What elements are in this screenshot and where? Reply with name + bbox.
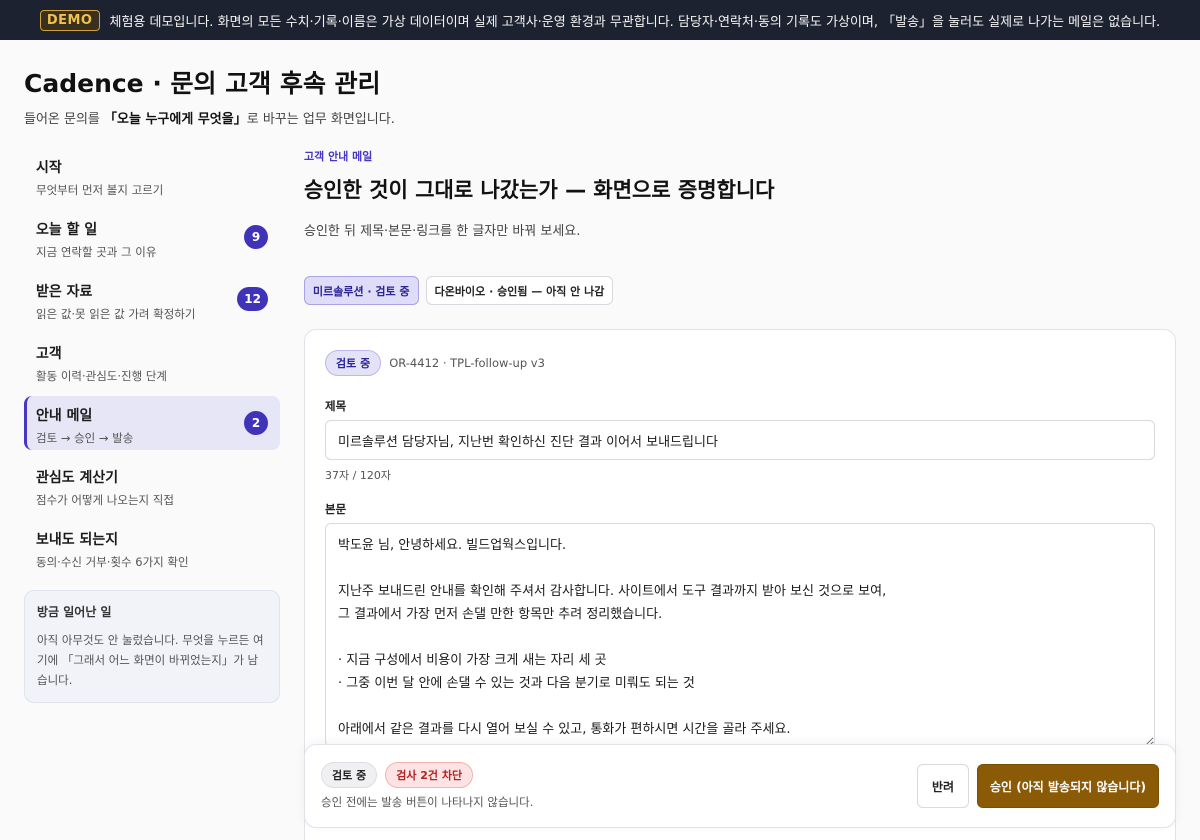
sidebar-item-received[interactable]: 받은 자료 읽은 값·못 읽은 값 가려 확정하기 12	[24, 272, 280, 326]
sidebar-item-start[interactable]: 시작 무엇부터 먼저 볼지 고르기	[24, 148, 280, 202]
app-subtitle-pre: 들어온 문의를	[24, 112, 105, 127]
sidebar-item-desc: 동의·수신 거부·횟수 6가지 확인	[36, 555, 189, 569]
subject-label: 제목	[325, 399, 347, 413]
main-header: 고객 안내 메일 승인한 것이 그대로 나갔는가 — 화면으로 증명합니다 승인…	[304, 148, 1176, 239]
sidebar-item-title: 보내도 되는지	[36, 532, 119, 548]
sidebar-item-title: 시작	[36, 160, 62, 176]
demo-notice-text: 체험용 데모입니다. 화면의 모든 수치·기록·이름은 가상 데이터이며 실제 …	[109, 14, 1161, 30]
sidebar-item-desc: 검토 → 승인 → 발송	[36, 431, 134, 445]
app-subtitle-bold: 「오늘 누구에게 무엇을」	[104, 112, 247, 127]
sidebar-item-title: 고객	[36, 346, 62, 362]
sidebar-item-title: 받은 자료	[36, 284, 93, 300]
demo-notice-bar: DEMO 체험용 데모입니다. 화면의 모든 수치·기록·이름은 가상 데이터이…	[0, 0, 1200, 40]
body-textarea[interactable]: 박도윤 님, 안녕하세요. 빌드업웍스입니다. 지난주 보내드린 안내를 확인해…	[325, 523, 1155, 747]
tab-mirsolution[interactable]: 미르솔루션 · 검토 중	[304, 276, 419, 305]
app-subtitle: 들어온 문의를 「오늘 누구에게 무엇을」로 바꾸는 업무 화면입니다.	[24, 108, 395, 127]
recent-activity-panel: 방금 일어난 일 아직 아무것도 안 눌렀습니다. 무엇을 누르든 여기에 「그…	[24, 590, 280, 703]
sidebar-item-mail[interactable]: 안내 메일 검토 → 승인 → 발송 2	[24, 396, 280, 450]
draft-status-row: 검토 중 OR-4412 · TPL-follow-up v3	[325, 350, 545, 376]
sidebar-item-title: 안내 메일	[36, 408, 93, 424]
sidebar-item-desc: 읽은 값·못 읽은 값 가려 확정하기	[36, 307, 196, 321]
reject-button[interactable]: 반려	[917, 764, 969, 808]
page-title: 승인한 것이 그대로 나갔는가 — 화면으로 증명합니다	[304, 178, 775, 202]
sidebar-item-desc: 무엇부터 먼저 볼지 고르기	[36, 183, 164, 197]
draft-tabs: 미르솔루션 · 검토 중 다온바이오 · 승인됨 — 아직 안 나감	[304, 276, 614, 305]
status-badge: 검토 중	[325, 350, 382, 376]
count-badge: 2	[244, 411, 268, 435]
sidebar-item-interest-calculator[interactable]: 관심도 계산기 점수가 어떻게 나오는지 직접	[24, 458, 280, 512]
demo-badge: DEMO	[39, 9, 100, 31]
page-subtitle: 승인한 뒤 제목·본문·링크를 한 글자만 바꿔 보세요.	[304, 224, 581, 239]
subject-char-count: 37자 / 120자	[325, 469, 391, 482]
count-badge: 12	[237, 287, 268, 311]
sidebar-item-customers[interactable]: 고객 활동 이력·관심도·진행 단계	[24, 334, 280, 388]
sidebar-item-desc: 활동 이력·관심도·진행 단계	[36, 369, 168, 383]
body-label: 본문	[325, 502, 347, 516]
action-bar-badges: 검토 중 검사 2건 차단	[321, 762, 474, 788]
sidebar-item-send-check[interactable]: 보내도 되는지 동의·수신 거부·횟수 6가지 확인	[24, 520, 280, 574]
app-subtitle-post: 로 바꾸는 업무 화면입니다.	[246, 112, 395, 127]
sidebar-item-title: 오늘 할 일	[36, 222, 98, 238]
status-badge: 검토 중	[321, 762, 378, 788]
count-badge: 9	[244, 225, 268, 249]
sidebar-item-desc: 점수가 어떻게 나오는지 직접	[36, 493, 174, 507]
blocked-checks-badge: 검사 2건 차단	[385, 762, 474, 788]
sidebar-item-today[interactable]: 오늘 할 일 지금 연락할 곳과 그 이유 9	[24, 210, 280, 264]
section-eyebrow: 고객 안내 메일	[304, 150, 373, 163]
subject-input[interactable]	[325, 420, 1155, 460]
approve-button[interactable]: 승인 (아직 발송되지 않습니다)	[977, 764, 1159, 808]
recent-activity-title: 방금 일어난 일	[37, 605, 112, 619]
tab-daonbio[interactable]: 다온바이오 · 승인됨 — 아직 안 나감	[425, 276, 614, 305]
approval-action-bar: 검토 중 검사 2건 차단 승인 전에는 발송 버튼이 나타나지 않습니다. 반…	[304, 744, 1176, 828]
approval-note: 승인 전에는 발송 버튼이 나타나지 않습니다.	[321, 795, 534, 809]
app-title: Cadence · 문의 고객 후속 관리	[24, 69, 381, 98]
sidebar-nav: 시작 무엇부터 먼저 볼지 고르기 오늘 할 일 지금 연락할 곳과 그 이유 …	[24, 148, 280, 703]
sidebar-item-desc: 지금 연락할 곳과 그 이유	[36, 245, 157, 259]
recent-activity-text: 아직 아무것도 안 눌렀습니다. 무엇을 누르든 여기에 「그래서 어느 화면이…	[37, 633, 264, 687]
draft-reference: OR-4412 · TPL-follow-up v3	[389, 356, 545, 370]
sidebar-item-title: 관심도 계산기	[36, 470, 119, 486]
